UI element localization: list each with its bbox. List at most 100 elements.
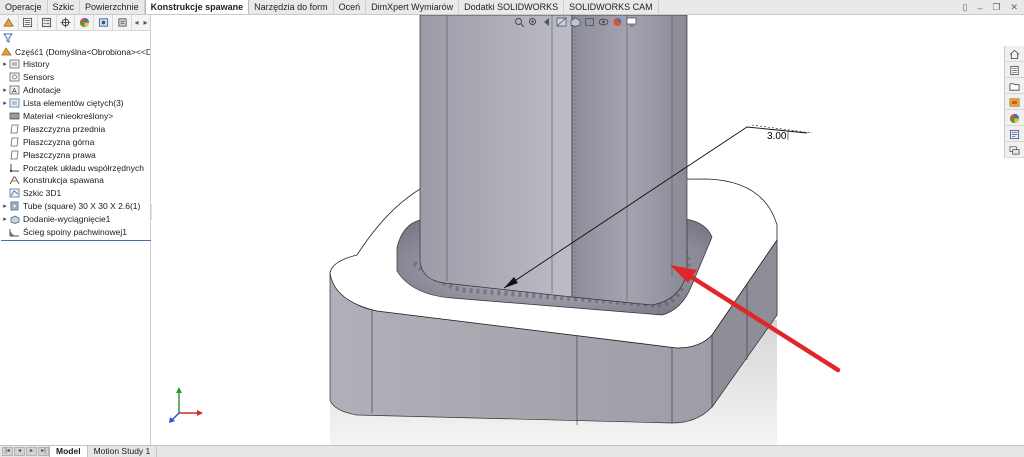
tree-item-label: Ścieg spoiny pachwinowej1 xyxy=(23,227,127,238)
cam-manager-tab[interactable] xyxy=(94,15,114,30)
part-icon xyxy=(1,46,12,57)
tab-solidworks-cam[interactable]: SOLIDWORKS CAM xyxy=(564,0,659,14)
tab-dimxpert[interactable]: DimXpert Wymiarów xyxy=(366,0,460,14)
zoom-fit-icon[interactable] xyxy=(514,17,525,28)
tree-item-label: Tube (square) 30 X 30 X 2.6(1) xyxy=(23,201,141,212)
tree-item-weldment[interactable]: Konstrukcja spawana xyxy=(1,174,150,187)
feature-tree: Część1 (Domyślna<Obrobiona><<Do ▸ Histor… xyxy=(0,45,151,242)
edit-appearance-icon[interactable] xyxy=(612,17,623,27)
history-icon xyxy=(9,59,20,69)
tree-item-sensors[interactable]: Sensors xyxy=(1,71,150,84)
tree-item-label: History xyxy=(23,59,50,70)
display-manager-tab[interactable] xyxy=(75,15,95,30)
tab-konstrukcje-spawane[interactable]: Konstrukcje spawane xyxy=(144,0,250,14)
custom-properties-icon xyxy=(1009,129,1020,139)
first-tab-icon[interactable]: |◂ xyxy=(2,447,13,456)
tab-ocen[interactable]: Oceń xyxy=(334,0,367,14)
task-pane-appearances[interactable] xyxy=(1005,111,1024,126)
window-controls: ▯ – ❐ ✕ xyxy=(962,0,1018,15)
hide-show-items-icon[interactable] xyxy=(598,17,609,27)
tree-item-fillet-weld[interactable]: Ścieg spoiny pachwinowej1 xyxy=(1,226,150,239)
tree-item-sketch-3d[interactable]: Szkic 3D1 xyxy=(1,187,150,200)
plane-icon xyxy=(9,137,20,147)
tab-motion-study-1[interactable]: Motion Study 1 xyxy=(88,446,158,457)
tree-item-adnotacje[interactable]: ▸ A Adnotacje xyxy=(1,84,150,97)
tab-powierzchnie[interactable]: Powierzchnie xyxy=(80,0,145,14)
view-orientation-icon[interactable] xyxy=(570,17,581,27)
expand-caret-icon[interactable]: ▸ xyxy=(1,99,9,107)
prev-tab-icon[interactable]: ◂ xyxy=(14,447,25,456)
tube-right-face xyxy=(571,15,688,306)
next-tab-icon[interactable]: ▸ xyxy=(26,447,37,456)
svg-text:A: A xyxy=(12,88,17,95)
task-pane-resources[interactable] xyxy=(1005,63,1024,78)
tree-item-extrude[interactable]: ▸ Dodanie-wyciągnięcie1 xyxy=(1,213,150,226)
tree-item-plane-front[interactable]: Płaszczyzna przednia xyxy=(1,122,150,135)
tab-szkic[interactable]: Szkic xyxy=(48,0,81,14)
task-pane-custom-properties[interactable] xyxy=(1005,127,1024,142)
command-manager-tabs: Operacje Szkic Powierzchnie Konstrukcje … xyxy=(0,0,1024,15)
task-pane-design-library[interactable] xyxy=(1005,79,1024,94)
structural-member-icon xyxy=(9,201,20,211)
property-manager-tab[interactable] xyxy=(19,15,38,30)
tree-root-part[interactable]: Część1 (Domyślna<Obrobiona><<Do xyxy=(1,45,150,58)
expand-caret-icon[interactable]: ▸ xyxy=(1,215,9,223)
expand-caret-icon[interactable]: ▸ xyxy=(1,60,9,68)
tree-item-plane-right[interactable]: Płaszczyzna prawa xyxy=(1,148,150,161)
tree-item-material[interactable]: Materiał <nieokreślony> xyxy=(1,110,150,123)
tab-dodatki[interactable]: Dodatki SOLIDWORKS xyxy=(459,0,565,14)
dimxpert-manager-tab[interactable] xyxy=(57,15,76,30)
display-manager-icon xyxy=(79,17,89,28)
filter-icon[interactable] xyxy=(3,33,13,43)
tree-item-cut-list[interactable]: ▸ Lista elementów ciętych(3) xyxy=(1,97,150,110)
apply-scene-icon[interactable] xyxy=(626,17,637,27)
tree-item-origin[interactable]: Początek układu współrzędnych xyxy=(1,161,150,174)
task-pane-home[interactable] xyxy=(1005,47,1024,62)
resources-icon xyxy=(1010,65,1019,75)
tree-filter-row xyxy=(0,31,150,45)
forum-icon xyxy=(1009,145,1020,155)
sensors-icon xyxy=(9,72,20,82)
tree-item-label: Płaszczyzna prawa xyxy=(23,149,96,160)
display-style-icon[interactable] xyxy=(584,17,595,27)
feature-manager-icon xyxy=(3,18,15,27)
rollback-bar[interactable] xyxy=(1,240,151,242)
previous-view-icon[interactable] xyxy=(542,17,553,27)
heads-up-toolbar xyxy=(514,17,637,28)
expand-caret-icon[interactable]: ▸ xyxy=(1,202,9,210)
tab-model[interactable]: Model xyxy=(49,446,88,457)
tile-icon[interactable]: ▯ xyxy=(962,2,967,13)
weldment-icon xyxy=(9,175,20,185)
cam-tree-tab[interactable] xyxy=(113,15,133,30)
scroll-right-icon[interactable]: ▸ xyxy=(141,18,150,27)
scroll-left-icon[interactable]: ◂ xyxy=(132,18,141,27)
section-view-icon[interactable] xyxy=(556,17,567,27)
tree-item-tube[interactable]: ▸ Tube (square) 30 X 30 X 2.6(1) xyxy=(1,200,150,213)
restore-icon[interactable]: ❐ xyxy=(992,2,1000,13)
close-icon[interactable]: ✕ xyxy=(1010,2,1018,13)
last-tab-icon[interactable]: ▸| xyxy=(38,447,49,456)
tree-root-label: Część1 (Domyślna<Obrobiona><<Do xyxy=(15,46,150,57)
tab-scroll-arrows: ◂ ▸ xyxy=(132,18,150,27)
weld-size-dimension[interactable]: 3.00 xyxy=(767,131,786,142)
tab-narzedzia-do-form[interactable]: Narzędzia do form xyxy=(249,0,334,14)
cut-list-icon xyxy=(9,98,20,108)
plane-icon xyxy=(9,124,20,134)
feature-manager-tab[interactable] xyxy=(0,15,19,30)
tree-item-label: Adnotacje xyxy=(23,85,61,96)
fillet-weld-icon xyxy=(9,227,20,237)
tree-item-plane-top[interactable]: Płaszczyzna górna xyxy=(1,135,150,148)
tree-item-label: Szkic 3D1 xyxy=(23,188,62,199)
configuration-manager-tab[interactable] xyxy=(38,15,57,30)
tree-item-label: Początek układu współrzędnych xyxy=(23,162,144,173)
tree-item-history[interactable]: ▸ History xyxy=(1,58,150,71)
tree-item-label: Dodanie-wyciągnięcie1 xyxy=(23,214,111,225)
zoom-area-icon[interactable] xyxy=(528,17,539,27)
task-pane-file-explorer[interactable] xyxy=(1005,95,1024,110)
tab-operacje[interactable]: Operacje xyxy=(0,0,48,14)
graphics-area[interactable]: 3.00 xyxy=(152,15,1024,445)
expand-caret-icon[interactable]: ▸ xyxy=(1,86,9,94)
minimize-icon[interactable]: – xyxy=(977,3,982,13)
task-pane-forum[interactable] xyxy=(1005,143,1024,158)
folder-icon xyxy=(1009,82,1020,91)
